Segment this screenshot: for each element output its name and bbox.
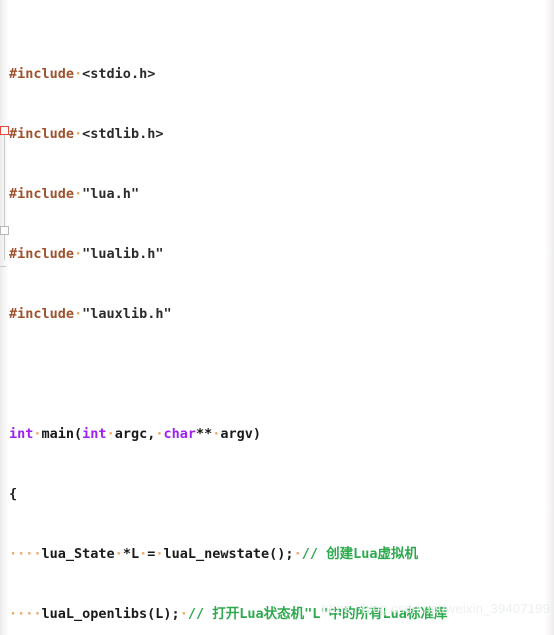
fold-marker-if-open[interactable] (0, 226, 9, 235)
code-line: #include·"lauxlib.h" (9, 306, 172, 322)
code-line: ····luaL_openlibs(L);·// 打开Lua状态机"L"中的所有… (9, 606, 448, 622)
code-editor-screenshot: #include·<stdio.h> #include·<stdlib.h> #… (0, 0, 554, 635)
code-line: #include·"lualib.h" (9, 246, 164, 262)
code-line: { (9, 486, 18, 502)
fold-guide-end-tick (0, 266, 6, 267)
code-line: int·main(int·argc,·char**·argv) (9, 426, 262, 442)
code-line: #include·<stdio.h> (9, 66, 156, 82)
code-content[interactable]: #include·<stdio.h> #include·<stdlib.h> #… (9, 4, 554, 635)
code-folding-gutter[interactable] (0, 0, 9, 635)
code-line: #include·<stdlib.h> (9, 126, 164, 142)
fold-marker-function-open[interactable] (0, 126, 9, 135)
code-line: ····lua_State·*L·=·luaL_newstate();·// 创… (9, 546, 418, 562)
code-line: #include·"lua.h" (9, 186, 140, 202)
fold-guide-line-inner (4, 235, 5, 260)
